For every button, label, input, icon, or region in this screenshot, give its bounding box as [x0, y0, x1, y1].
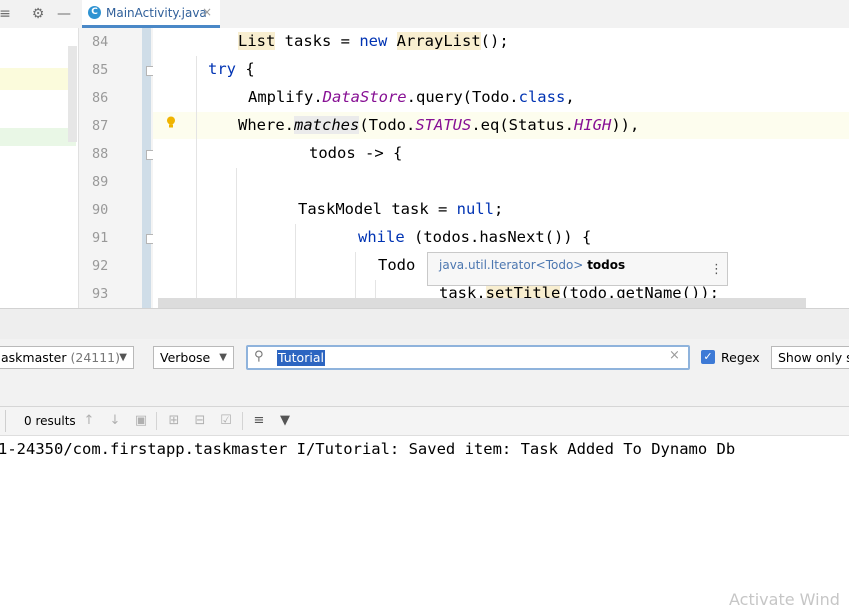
add-filter-icon[interactable]: ⊞	[166, 412, 182, 430]
line-number: 90	[92, 202, 109, 218]
tab-main-activity[interactable]: C MainActivity.java ×	[82, 0, 220, 28]
log-level-label: Verbose	[160, 350, 211, 365]
results-toolbar	[0, 407, 849, 436]
code-line-90: TaskModel task = null;	[298, 200, 504, 218]
line-number: 86	[92, 90, 109, 106]
panel-splitter[interactable]	[0, 308, 849, 340]
code-line-87: Where.matches(Todo.STATUS.eq(Status.HIGH…	[238, 116, 640, 134]
chevron-down-icon: ▼	[119, 352, 127, 363]
code-line-84: List tasks = new ArrayList();	[238, 32, 509, 50]
split-icon[interactable]: ≡	[0, 5, 14, 23]
tab-label: MainActivity.java	[106, 6, 207, 20]
log-line: 1-24350/com.firstapp.taskmaster I/Tutori…	[0, 440, 736, 458]
show-only-label: Show only sel	[778, 350, 849, 365]
process-label: askmaster (24111)	[1, 347, 120, 368]
line-number: 93	[92, 286, 109, 302]
parameter-info-tooltip: java.util.Iterator<Todo> todos ⋮	[427, 252, 728, 286]
log-level-dropdown[interactable]: Verbose ▼	[153, 346, 234, 369]
soft-wrap-icon[interactable]: ≡	[251, 412, 267, 430]
filter-check-icon[interactable]: ☑	[218, 412, 234, 430]
line-number: 88	[92, 146, 109, 162]
added-row	[0, 128, 76, 146]
activation-watermark: Activate Wind	[729, 590, 840, 609]
process-id: (24111)	[70, 350, 121, 365]
process-name: askmaster	[1, 350, 67, 365]
search-icon: ⚲	[254, 349, 264, 364]
line-number: 89	[92, 174, 109, 190]
java-class-icon: C	[88, 6, 101, 19]
more-options-icon[interactable]: ⋮	[710, 262, 723, 277]
logcat-search-input[interactable]: ⚲ Tutorial ×	[246, 345, 690, 370]
toolbar-divider	[242, 412, 243, 430]
line-number: 87	[92, 118, 109, 134]
panel-scrollbar[interactable]	[68, 46, 77, 142]
arrow-up-icon[interactable]: ↑	[81, 412, 97, 430]
code-line-85: try {	[208, 60, 255, 78]
line-number: 91	[92, 230, 109, 246]
toolbar-divider	[156, 412, 157, 430]
logcat-output[interactable]	[0, 436, 849, 601]
regex-checkbox[interactable]: ✓	[701, 350, 715, 364]
chevron-down-icon: ▼	[219, 352, 227, 363]
code-line-91: while (todos.hasNext()) {	[358, 228, 592, 246]
indent-guide	[196, 56, 197, 308]
gear-icon[interactable]: ⚙	[29, 5, 47, 23]
tooltip-text: java.util.Iterator<Todo> todos	[439, 258, 625, 272]
code-line-88: todos -> {	[309, 144, 403, 162]
code-line-92: Todo	[378, 256, 416, 274]
process-dropdown[interactable]: askmaster (24111) ▼	[0, 346, 134, 369]
editor-horizontal-scrollbar[interactable]	[158, 298, 806, 308]
close-icon[interactable]: ×	[202, 5, 212, 19]
regex-label[interactable]: Regex	[721, 350, 760, 365]
line-number: 84	[92, 34, 109, 50]
results-count: 0 results	[24, 414, 76, 428]
arrow-down-icon[interactable]: ↓	[107, 412, 123, 430]
indent-guide	[236, 168, 237, 308]
tooltip-name: todos	[587, 258, 626, 272]
toolbar-divider	[5, 410, 6, 432]
minimize-icon[interactable]: —	[55, 5, 73, 23]
search-value[interactable]: Tutorial	[277, 350, 325, 366]
line-number: 85	[92, 62, 109, 78]
lightbulb-icon[interactable]	[166, 116, 176, 128]
clear-icon[interactable]: ×	[669, 348, 680, 363]
tooltip-type[interactable]: java.util.Iterator<Todo>	[439, 258, 583, 272]
stop-icon[interactable]: ▣	[133, 412, 149, 430]
indent-guide	[295, 224, 296, 308]
filter-icon[interactable]: ▼	[277, 412, 293, 430]
remove-filter-icon[interactable]: ⊟	[192, 412, 208, 430]
tool-window-header: ≡ ⚙ — C MainActivity.java ×	[0, 0, 849, 29]
code-line-86: Amplify.DataStore.query(Todo.class,	[248, 88, 575, 106]
show-only-dropdown[interactable]: Show only sel	[771, 346, 849, 369]
line-number: 92	[92, 258, 109, 274]
highlighted-row	[0, 68, 68, 90]
